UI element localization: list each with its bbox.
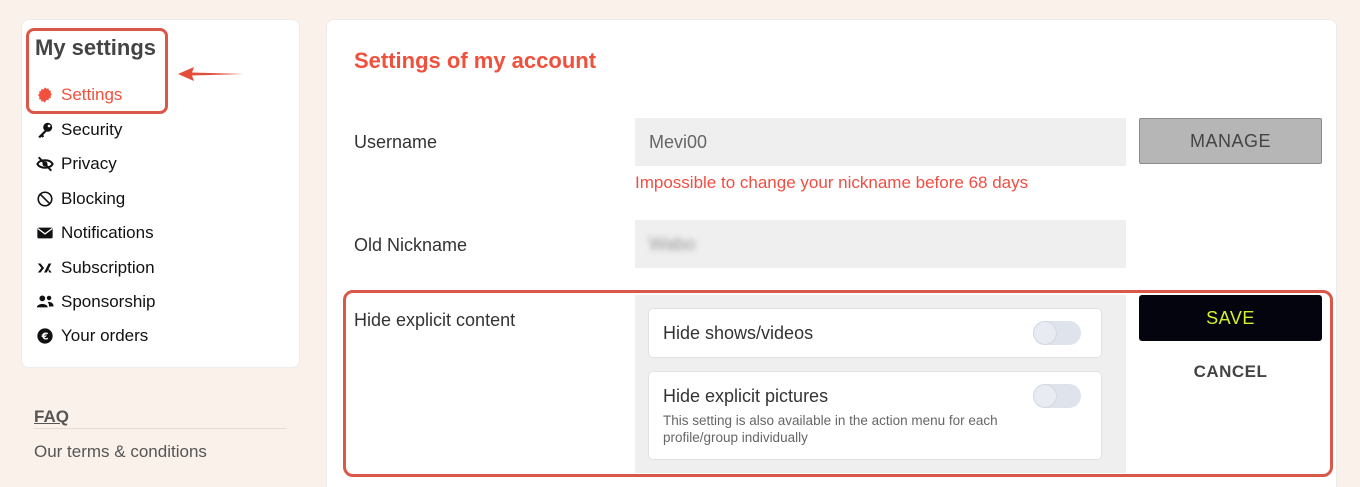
sidebar-item-label: Sponsorship [61, 292, 156, 311]
faq-link[interactable]: FAQ [34, 407, 69, 427]
sidebar-item-label: Your orders [61, 326, 149, 345]
sidebar-item-sponsorship[interactable]: Sponsorship [35, 289, 156, 315]
users-icon [35, 292, 55, 312]
sidebar-item-label: Privacy [61, 154, 117, 173]
divider [34, 428, 286, 429]
cancel-button[interactable]: CANCEL [1139, 360, 1322, 384]
sidebar-item-notifications[interactable]: Notifications [35, 220, 154, 246]
envelope-icon [35, 223, 55, 243]
username-label: Username [354, 132, 438, 152]
sidebar-item-privacy[interactable]: Privacy [35, 151, 117, 177]
sidebar-item-label: Notifications [61, 223, 154, 242]
pointer-arrow-icon [178, 67, 244, 81]
sidebar-item-security[interactable]: Security [35, 117, 122, 143]
sidebar-item-blocking[interactable]: Blocking [35, 186, 125, 212]
sidebar-item-label: Blocking [61, 189, 126, 208]
old-nickname-value: Wabo [649, 233, 696, 254]
manage-button[interactable]: MANAGE [1139, 118, 1322, 164]
sidebar-item-your-orders[interactable]: € Your orders [35, 323, 148, 349]
eye-slash-icon [35, 154, 55, 174]
username-error-message: Impossible to change your nickname befor… [635, 173, 1029, 192]
sidebar-item-label: Subscription [61, 258, 155, 277]
key-icon [35, 120, 55, 140]
old-nickname-field: Wabo [635, 220, 1126, 268]
username-field[interactable] [635, 118, 1126, 166]
save-button[interactable]: SAVE [1139, 295, 1322, 341]
euro-icon: € [35, 326, 55, 346]
svg-text:€: € [41, 332, 49, 343]
sidebar-item-label: Security [61, 120, 123, 139]
page-title: Settings of my account [354, 48, 597, 73]
terms-link[interactable]: Our terms & conditions [34, 442, 207, 462]
block-icon [35, 189, 55, 209]
brand-logo-icon [35, 258, 55, 278]
settings-highlight-box [26, 28, 168, 114]
sidebar-item-subscription[interactable]: Subscription [35, 255, 155, 281]
old-nickname-label: Old Nickname [354, 235, 468, 255]
